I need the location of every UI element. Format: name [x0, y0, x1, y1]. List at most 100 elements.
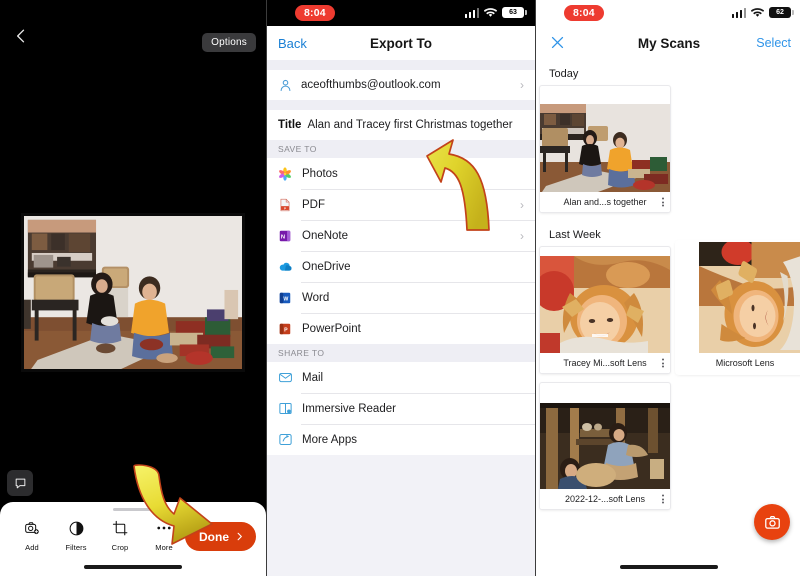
- export-to-panel: 8:04 63 Back Export To aceofthumbs@outlo…: [267, 0, 535, 576]
- tool-label: Crop: [111, 543, 129, 552]
- section-gap: [267, 60, 535, 70]
- chevron-right-icon: ›: [520, 228, 524, 243]
- options-label: Options: [211, 37, 247, 48]
- option-label: OneDrive: [302, 260, 351, 273]
- scan-caption-bar: Alan and...s together: [540, 192, 670, 212]
- back-button[interactable]: Back: [278, 36, 307, 51]
- scan-thumbnail: [540, 86, 670, 192]
- option-label: Photos: [302, 167, 338, 180]
- edited-photo[interactable]: [21, 213, 245, 372]
- export-option-word[interactable]: W Word: [267, 282, 535, 313]
- scan-caption-bar: Microsoft Lens: [677, 353, 800, 373]
- kebab-menu-icon[interactable]: [662, 197, 664, 207]
- status-time: 8:04: [295, 5, 335, 21]
- export-option-onenote[interactable]: N OneNote ›: [267, 220, 535, 251]
- my-scans-panel: 8:04 62 My Scans Select Today Alan and..…: [536, 0, 800, 576]
- options-button[interactable]: Options: [202, 33, 256, 52]
- option-label: OneNote: [302, 229, 349, 242]
- add-photo-icon: [10, 517, 54, 539]
- select-button[interactable]: Select: [756, 36, 791, 50]
- tool-crop[interactable]: Crop: [98, 517, 142, 552]
- home-indicator: [84, 565, 182, 569]
- scan-card[interactable]: Alan and...s together: [540, 86, 670, 212]
- scan-thumbnail: [540, 247, 670, 353]
- onedrive-icon: [278, 259, 300, 274]
- section-gap: [267, 100, 535, 110]
- share-option-immersive-reader[interactable]: Immersive Reader: [267, 393, 535, 424]
- mail-icon: [278, 370, 300, 385]
- svg-text:N: N: [281, 234, 285, 240]
- photos-icon: [278, 166, 300, 181]
- tool-add[interactable]: Add: [10, 517, 54, 552]
- more-icon: [142, 517, 186, 539]
- immersive-reader-icon: [278, 401, 300, 416]
- scan-caption: Alan and...s together: [563, 197, 647, 207]
- edited-photo-canvas: [24, 216, 242, 369]
- word-icon: W: [278, 291, 300, 305]
- scan-card[interactable]: 2022-12-...soft Lens: [540, 383, 670, 509]
- option-label: Mail: [302, 371, 324, 384]
- account-row[interactable]: aceofthumbs@outlook.com ›: [267, 70, 535, 100]
- section-label-today: Today: [549, 68, 579, 80]
- person-icon: [280, 79, 291, 91]
- scan-caption: Microsoft Lens: [715, 358, 775, 368]
- status-icons: 63: [464, 7, 527, 18]
- sheet-grabber[interactable]: [113, 508, 153, 511]
- kebab-menu-icon[interactable]: [662, 494, 664, 504]
- scan-card[interactable]: Tracey Mi...soft Lens: [540, 247, 670, 373]
- scan-caption: Tracey Mi...soft Lens: [563, 358, 647, 368]
- scan-caption-bar: Tracey Mi...soft Lens: [540, 353, 670, 373]
- export-option-pdf[interactable]: P PDF ›: [267, 189, 535, 220]
- text-annotation-icon[interactable]: [7, 470, 33, 496]
- pdf-icon: P: [278, 198, 300, 212]
- account-email: aceofthumbs@outlook.com: [301, 79, 441, 91]
- screenshot-stage: Options Add Filters Crop More Done 8:04 …: [0, 0, 800, 576]
- status-icons: 62: [731, 7, 794, 18]
- export-panel-background: [267, 455, 535, 576]
- share-option-more-apps[interactable]: More Apps: [267, 424, 535, 455]
- title-field-label: Title: [278, 119, 302, 131]
- battery-level: 63: [509, 9, 517, 16]
- save-to-header: SAVE TO: [267, 140, 535, 158]
- filters-icon: [54, 517, 98, 539]
- done-button[interactable]: Done: [185, 522, 256, 551]
- camera-fab-button[interactable]: [754, 504, 790, 540]
- chevron-right-icon: ›: [520, 78, 524, 92]
- export-option-powerpoint[interactable]: P PowerPoint: [267, 313, 535, 344]
- onenote-icon: N: [278, 229, 300, 243]
- svg-text:P: P: [284, 327, 288, 333]
- scan-thumbnail: [677, 242, 800, 353]
- tool-label: More: [155, 543, 173, 552]
- scan-caption-bar: 2022-12-...soft Lens: [540, 489, 670, 509]
- battery-icon: 63: [502, 7, 527, 18]
- svg-text:W: W: [283, 296, 288, 302]
- done-label: Done: [199, 529, 229, 544]
- tool-filters[interactable]: Filters: [54, 517, 98, 552]
- back-chevron-icon[interactable]: [10, 26, 32, 48]
- home-indicator: [620, 565, 718, 569]
- wifi-icon: [751, 7, 764, 17]
- status-bar: 8:04 63: [267, 0, 535, 26]
- export-option-onedrive[interactable]: OneDrive: [267, 251, 535, 282]
- scan-card[interactable]: Microsoft Lens: [677, 242, 800, 373]
- scans-navbar: My Scans Select: [536, 26, 800, 60]
- chevron-right-icon: ›: [520, 197, 524, 212]
- camera-icon: [764, 515, 780, 529]
- cellular-bars-icon: [731, 7, 746, 18]
- title-field-row[interactable]: Title Alan and Tracey first Christmas to…: [267, 110, 535, 140]
- option-label: Word: [302, 291, 330, 304]
- title-field-value: Alan and Tracey first Christmas together: [307, 119, 513, 131]
- close-x-icon[interactable]: [549, 34, 567, 52]
- option-label: More Apps: [302, 433, 357, 446]
- export-navbar: Back Export To: [267, 26, 535, 60]
- kebab-menu-icon[interactable]: [662, 358, 664, 368]
- more-apps-icon: [278, 432, 300, 447]
- tool-label: Add: [25, 543, 39, 552]
- editor-tools: Add Filters Crop More: [10, 517, 186, 552]
- svg-text:P: P: [284, 206, 286, 210]
- share-option-mail[interactable]: Mail: [267, 362, 535, 393]
- tool-more[interactable]: More: [142, 517, 186, 552]
- option-label: Immersive Reader: [302, 402, 396, 415]
- export-option-photos[interactable]: Photos: [267, 158, 535, 189]
- battery-level: 62: [776, 9, 784, 16]
